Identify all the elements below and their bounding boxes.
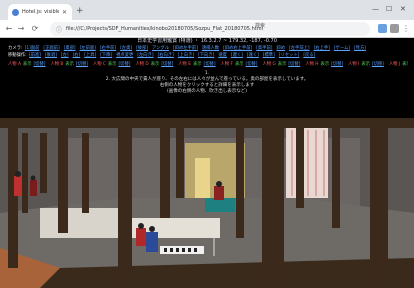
camera-link[interactable]: 遠隔人数 [202,46,219,51]
movement-link[interactable]: [下向き] [198,53,214,58]
figure-toggle-link[interactable]: [切替] [288,62,300,67]
browser-window: Hotel.js: visible - Kojiden - GBG ... ✕ … [0,0,414,288]
figure-row: 人物 A 表示 [切替] 人物 B 表示 [切替] 人物 C 表示 [切替] 人物 D 表示 [切替]… [8,61,408,68]
movement-link[interactable]: [後退] [45,53,57,58]
movement-link[interactable]: [下降] [100,53,112,58]
camera-link[interactable]: [左前面] [80,46,96,51]
url-text: file:///C:/Projects/SDF_Humanities/kinob… [66,26,263,32]
movement-link[interactable]: [前進] [29,53,41,58]
extension-icon[interactable] [378,24,387,33]
camera-link[interactable]: [右上手] [314,46,330,51]
page-title: 日本史学習用鑑賞 (特選) ・ 16.3.2.7 ~ 179.32, -187,… [137,38,277,44]
browser-toolbar: ← → ⟳ ⓘ file:///C:/Projects/SDF_Humaniti… [0,20,414,38]
movement-link[interactable]: 速度 [218,53,227,58]
camera-link[interactable]: 斜め [276,46,285,51]
menu-icon[interactable]: ⋮ [401,23,411,34]
figure-toggle-link[interactable]: [切替] [331,62,343,67]
figure-state: 表示 [65,62,74,67]
camera-link[interactable]: [奥手前] [256,46,272,51]
figure-state: 表示 [361,62,370,67]
address-bar[interactable]: ⓘ file:///C:/Projects/SDF_Humanities/kin… [50,22,370,36]
figure-name: 人物 C [92,62,106,67]
figure-name: 人物 G [262,62,276,67]
figure-toggle-link[interactable]: [切替] [34,62,46,67]
reload-icon[interactable]: ⟳ [30,23,40,34]
movement-label: 移動操作: [8,53,27,58]
movement-row: 移動操作: [前進] [後退] [左] [右] [上昇] [下降] 視点変更 [左向き] [右向… [8,52,408,59]
browser-tab[interactable]: Hotel.js: visible - Kojiden - GBG ... ✕ [8,4,72,20]
movement-link[interactable]: [速く] [247,53,259,58]
figure-toggle-link[interactable]: [切替] [204,62,216,67]
note-4: (画像の右側の人物、吹き出し表示など) [166,89,247,94]
figure-toggle-link[interactable]: [切替] [118,62,130,67]
camera-link[interactable]: アングル [152,46,169,51]
camera-link[interactable]: [1]面前 [25,46,40,51]
figure-state: 表示 [320,62,330,67]
lit-panel [195,158,210,198]
camera-link[interactable]: [ゲーム] [334,46,350,51]
close-tab-icon[interactable]: ✕ [62,9,68,16]
figure-name: 人物 A [8,62,21,67]
movement-link[interactable]: [標準] [263,53,275,58]
back-icon[interactable]: ← [4,23,14,34]
figure-state: 表示 [192,62,202,67]
camera-row: カメラ: [1]面前 [正面前] [奥部] [左前面] [右手前] [左奥] [後部] アング… [8,45,408,52]
movement-link[interactable]: 視点変更 [116,53,133,58]
figure-state: 表示 [107,62,117,67]
figure-name: 人物 H [305,62,319,67]
camera-link[interactable]: [左奥] [120,46,132,51]
movement-link[interactable]: [上向き] [178,53,194,58]
figure-name: 人物 I [348,62,360,67]
window-close-icon[interactable]: ✕ [400,4,406,14]
figure-toggle-link[interactable]: [切替] [161,62,173,67]
figure-name: 人物 D [135,62,149,67]
figure-toggle-link[interactable]: [切替] [76,62,88,67]
camera-link[interactable]: [右手前] [100,46,116,51]
camera-link[interactable]: [左手前上] [289,46,310,51]
movement-link[interactable]: [左] [61,53,69,58]
new-tab-icon[interactable]: + [76,6,84,16]
figure-name: 人物 F [220,62,233,67]
movement-link[interactable]: [遅く] [231,53,243,58]
camera-link[interactable]: [後部] [136,46,148,51]
movement-link[interactable]: [戻る] [303,53,315,58]
info-icon: ⓘ [56,26,63,34]
ceiling-beam [0,118,414,128]
maximize-icon[interactable]: ☐ [386,4,392,14]
movement-link[interactable]: [左向き] [137,53,153,58]
camera-link[interactable]: [見方] [354,46,366,51]
figure-name: 人物 E [178,62,191,67]
camera-label: カメラ: [8,46,23,51]
tab-strip: Hotel.js: visible - Kojiden - GBG ... ✕ … [0,0,414,20]
figure-state: 表示 [234,62,244,67]
figure-name: 人物 B [50,62,64,67]
movement-link[interactable]: [右向き] [158,53,174,58]
profile-icon[interactable] [390,24,399,33]
camera-link[interactable]: [斜め右上手前] [223,46,252,51]
forward-icon[interactable]: → [16,23,26,34]
movement-link[interactable]: [リセット] [279,53,300,58]
camera-link[interactable]: [奥部] [64,46,76,51]
camera-link[interactable]: [正面前] [43,46,59,51]
figure-state: 表示 [277,62,287,67]
favicon-icon [12,8,19,16]
figure-state: 表示 [150,62,160,67]
tab-title: Hotel.js: visible - Kojiden - GBG ... [22,9,59,15]
mat-left [40,208,120,238]
minimize-icon[interactable]: — [372,4,379,14]
page-content: 日本史学習用鑑賞 (特選) ・ 16.3.2.7 ~ 179.32, -187,… [0,38,414,288]
movement-link[interactable]: [上昇] [84,53,96,58]
figure-toggle-link[interactable]: [切替] [246,62,258,67]
movement-link[interactable]: [右] [73,53,81,58]
figure-state: 表示 [22,62,32,67]
figure-toggle-link[interactable]: [切替] [372,62,384,67]
camera-link[interactable]: [斜め左手前] [173,46,198,51]
figure-name: 人物 J [388,62,401,67]
figure-state: 表示 [402,62,408,67]
search-field[interactable]: 検索 [255,22,265,29]
3d-scene-viewport[interactable] [0,118,414,288]
